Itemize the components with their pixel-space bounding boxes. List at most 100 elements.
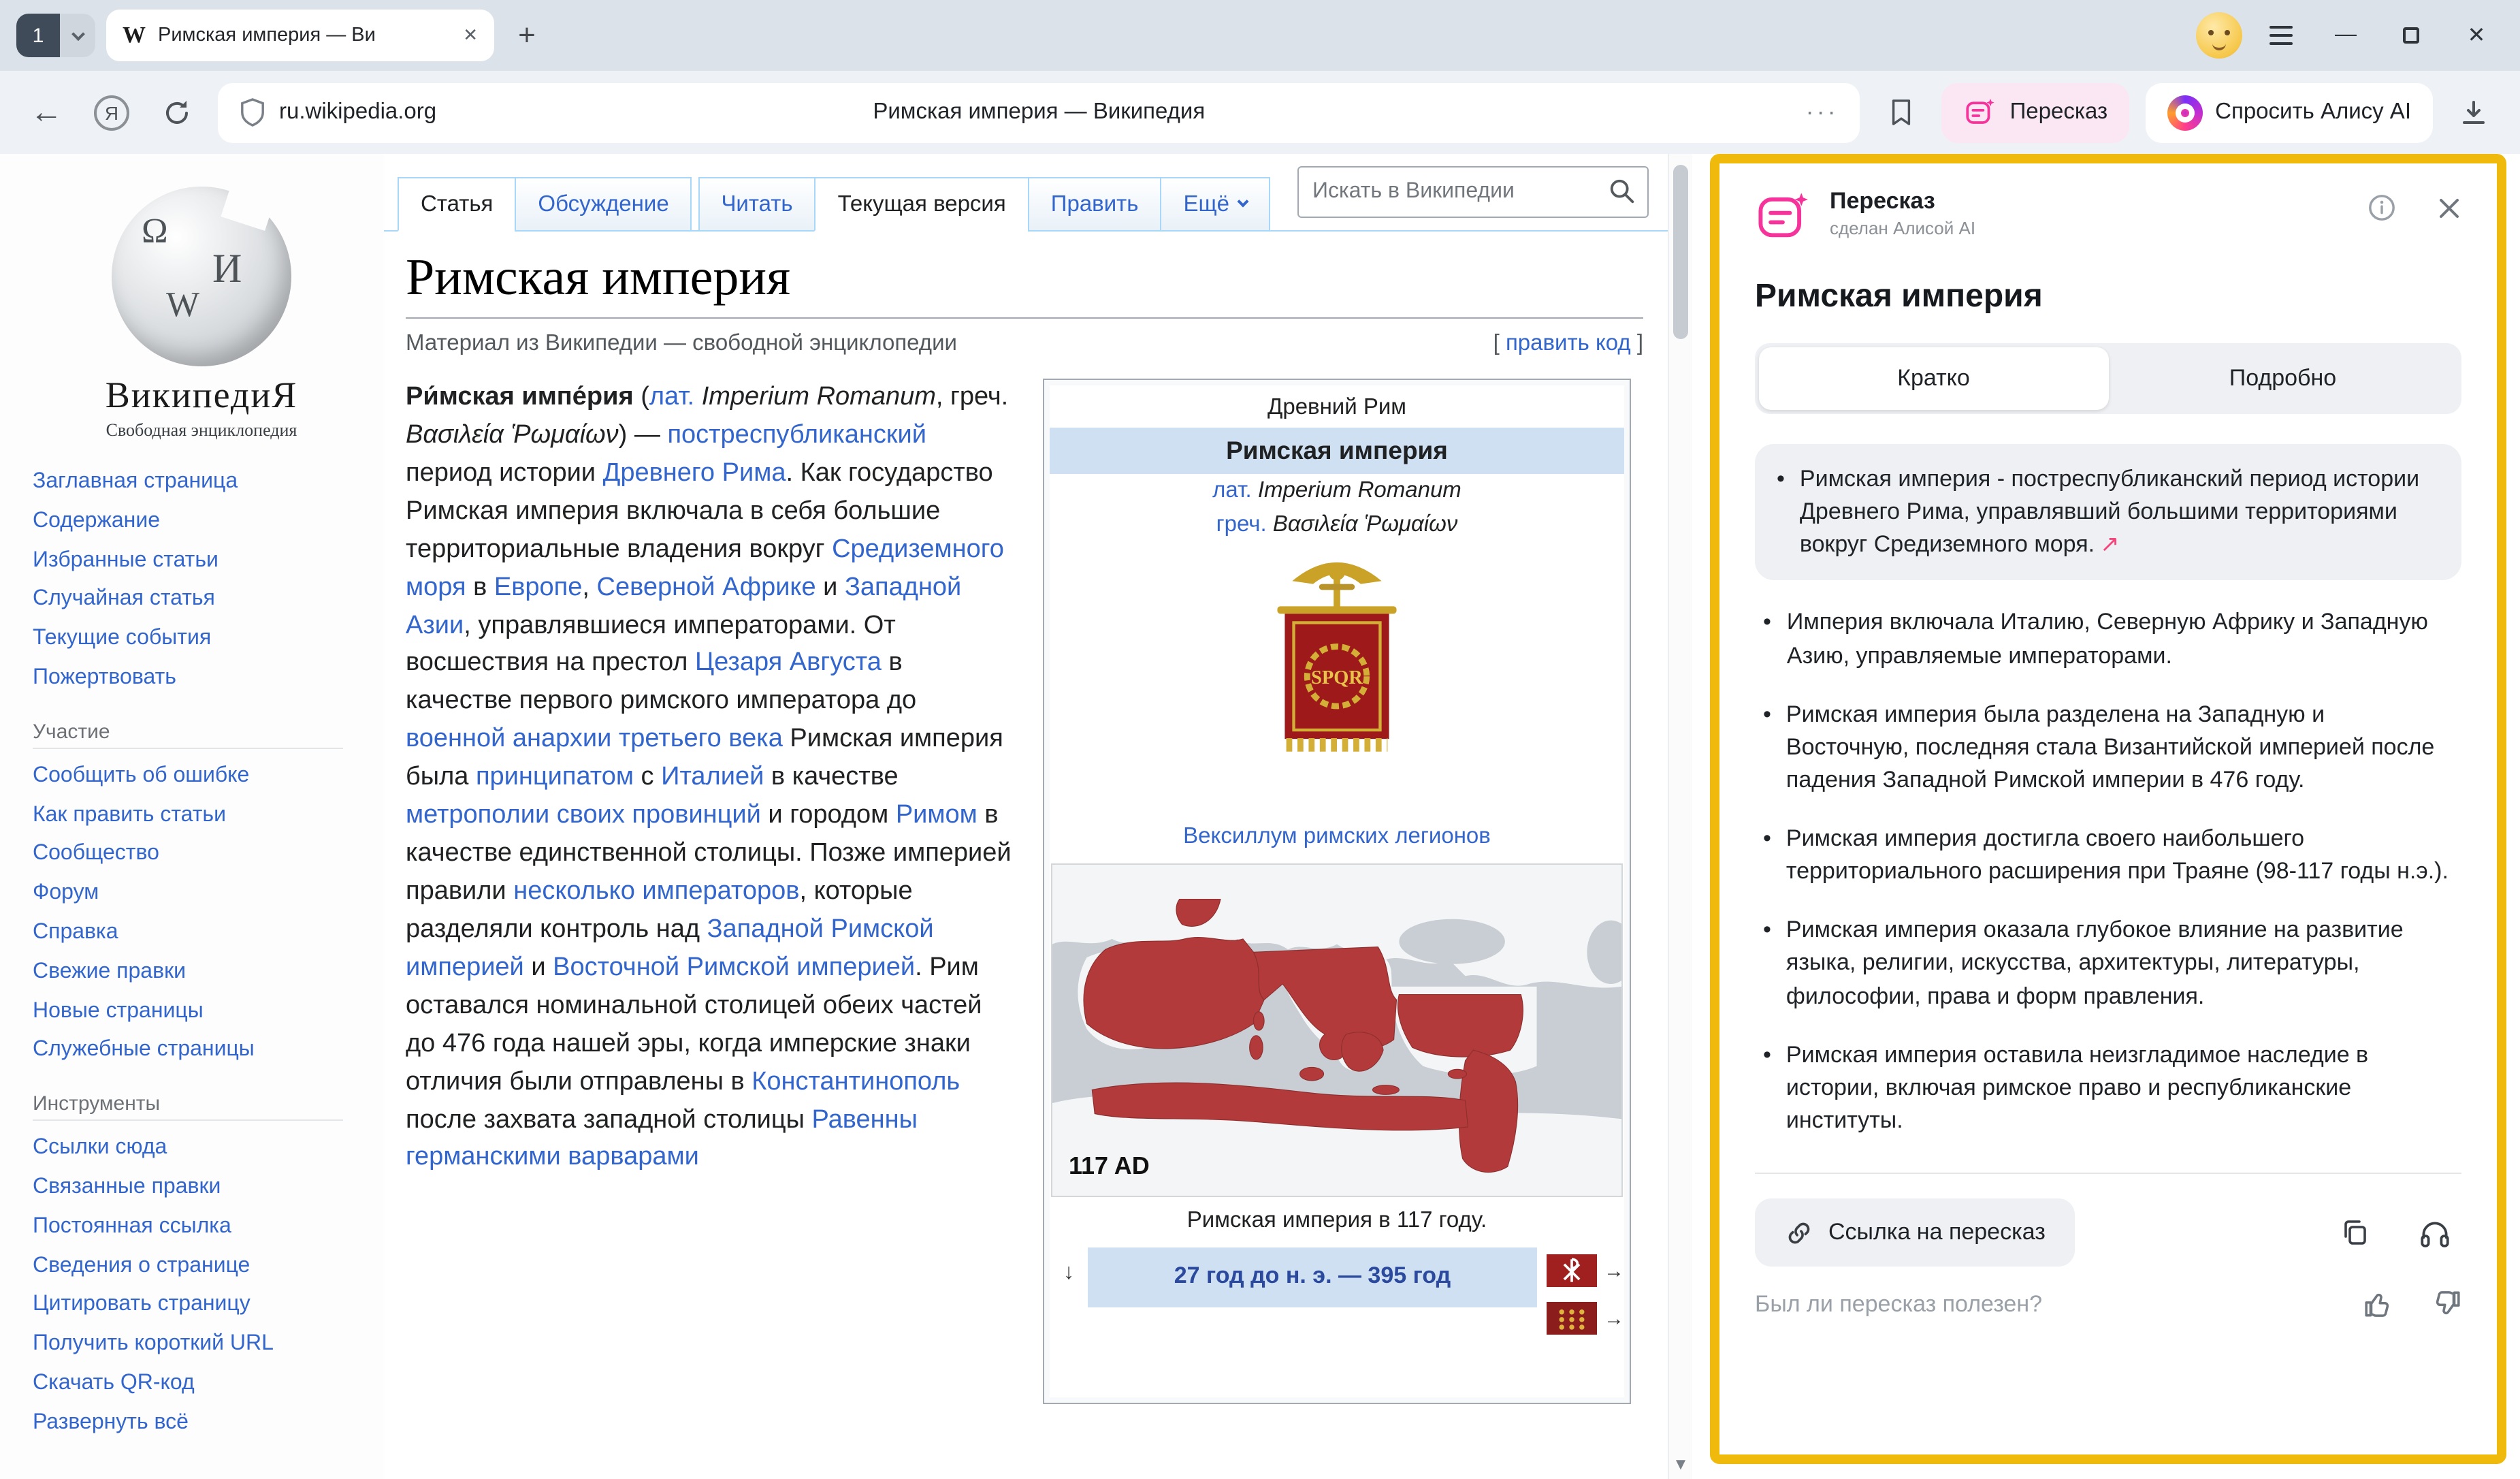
listen-button[interactable]: [2407, 1205, 2461, 1260]
tab-read[interactable]: Читать: [698, 177, 815, 232]
tab-group-control[interactable]: 1: [16, 14, 95, 57]
sidebar-item[interactable]: Цитировать страницу: [33, 1286, 370, 1326]
tab-title: Римская империя — Ви: [158, 25, 451, 46]
tab-count-badge[interactable]: 1: [16, 14, 60, 57]
inline-link[interactable]: Цезаря Августа: [695, 649, 882, 678]
inline-link[interactable]: Италией: [661, 763, 764, 791]
highlighted-summary-item[interactable]: • Римская империя - постреспубликанский …: [1755, 444, 2461, 581]
inline-link[interactable]: Равенны: [812, 1105, 918, 1134]
address-bar[interactable]: ru.wikipedia.org Римская империя — Викип…: [218, 82, 1860, 142]
inline-link[interactable]: Константинополь: [752, 1067, 960, 1096]
scroll-down-arrow[interactable]: ↓: [1050, 1247, 1088, 1397]
vexillum-caption-link[interactable]: Вексиллум римских легионов: [1050, 821, 1624, 863]
sidebar-item[interactable]: Связанные правки: [33, 1168, 370, 1208]
tab-article[interactable]: Статья: [398, 177, 516, 232]
copy-retell-link-button[interactable]: Ссылка на пересказ: [1755, 1198, 2075, 1267]
wikipedia-globe-logo[interactable]: ΩИW: [112, 187, 291, 366]
retell-mode-switch: Кратко Подробно: [1755, 343, 2461, 414]
tab-current-version[interactable]: Текущая версия: [815, 177, 1029, 232]
sidebar-main-nav: Заглавная страницаСодержаниеИзбранные ст…: [33, 463, 370, 699]
downloads-button[interactable]: [2449, 88, 2498, 137]
more-actions-button[interactable]: ···: [1806, 98, 1839, 127]
sidebar-item[interactable]: Текущие события: [33, 620, 370, 659]
sidebar-item[interactable]: Заглавная страница: [33, 463, 370, 503]
thumbs-up-icon[interactable]: [2363, 1288, 2395, 1320]
inline-link[interactable]: постреспубликанский: [667, 421, 926, 449]
successor-flag-row[interactable]: →: [1547, 1253, 1624, 1288]
inline-link[interactable]: германскими варварами: [406, 1143, 699, 1172]
refresh-button[interactable]: [152, 88, 201, 137]
close-panel-icon[interactable]: [2437, 195, 2461, 220]
search-input[interactable]: [1297, 166, 1649, 218]
yandex-icon: Я: [94, 95, 129, 130]
sidebar-item[interactable]: Скачать QR-код: [33, 1365, 370, 1404]
inline-link[interactable]: Северной Африке: [597, 573, 816, 601]
sidebar-item[interactable]: Сообщить об ошибке: [33, 757, 370, 797]
sidebar-item[interactable]: Справка: [33, 914, 370, 953]
inline-link[interactable]: Древнего Рима: [603, 459, 786, 488]
summary-text: Империя включала Италию, Северную Африку…: [1787, 607, 2453, 673]
sidebar-item[interactable]: Ссылки сюда: [33, 1129, 370, 1168]
inline-link[interactable]: лат.: [649, 383, 694, 411]
new-tab-button[interactable]: +: [505, 14, 549, 57]
tab-talk[interactable]: Обсуждение: [515, 177, 692, 232]
sidebar-item[interactable]: Новые страницы: [33, 992, 370, 1032]
sidebar-item[interactable]: Форум: [33, 874, 370, 914]
tab-detailed[interactable]: Подробно: [2108, 347, 2457, 410]
maximize-button[interactable]: [2384, 11, 2438, 60]
sidebar-item[interactable]: Как править статьи: [33, 796, 370, 836]
sidebar-item[interactable]: Содержание: [33, 503, 370, 542]
tab-edit[interactable]: Править: [1028, 177, 1162, 232]
inline-link[interactable]: военной анархии третьего века: [406, 725, 783, 754]
scrollbar-down-arrow[interactable]: ▼: [1669, 1454, 1692, 1474]
edit-code-text[interactable]: править код: [1506, 331, 1631, 355]
bookmark-button[interactable]: [1877, 88, 1926, 137]
back-button[interactable]: ←: [22, 88, 71, 137]
menu-button[interactable]: [2253, 11, 2308, 60]
thumbs-down-icon[interactable]: [2430, 1288, 2461, 1320]
sidebar-item[interactable]: Получить короткий URL: [33, 1325, 370, 1365]
retell-button-label: Пересказ: [2010, 99, 2108, 125]
browser-tab[interactable]: W Римская империя — Ви ✕: [106, 10, 494, 61]
sidebar-item[interactable]: Развернуть всё: [33, 1403, 370, 1443]
next-arrow: →: [1604, 1259, 1624, 1282]
inline-link[interactable]: Римом: [896, 801, 978, 829]
sidebar-item[interactable]: Служебные страницы: [33, 1032, 370, 1071]
inline-link[interactable]: метрополии своих провинций: [406, 801, 761, 829]
inline-link[interactable]: принципатом: [476, 763, 634, 791]
inline-link[interactable]: лат.: [1212, 478, 1252, 503]
page-scrollbar[interactable]: ▼: [1668, 154, 1692, 1479]
sidebar-item[interactable]: Постоянная ссылка: [33, 1208, 370, 1247]
vexillum-image[interactable]: SPQR: [1050, 542, 1624, 821]
successor-flag-row[interactable]: →: [1547, 1301, 1624, 1336]
sidebar-item[interactable]: Свежие правки: [33, 953, 370, 993]
sidebar-item[interactable]: Сообщество: [33, 836, 370, 875]
sidebar-item[interactable]: Избранные статьи: [33, 541, 370, 581]
close-button[interactable]: ✕: [2449, 11, 2504, 60]
empire-map-image[interactable]: 117 AD: [1050, 863, 1624, 1197]
alice-icon: [2167, 95, 2203, 130]
scrollbar-thumb[interactable]: [1673, 165, 1688, 339]
wikipedia-tagline: Свободная энциклопедия: [33, 419, 370, 441]
tab-list-button[interactable]: [60, 14, 95, 57]
inline-link[interactable]: Восточной Римской империей: [553, 953, 915, 982]
yandex-button[interactable]: Я: [87, 88, 136, 137]
info-icon[interactable]: [2368, 193, 2396, 222]
inline-link[interactable]: Европе: [494, 573, 583, 601]
search-icon[interactable]: [1608, 177, 1636, 206]
inline-link[interactable]: греч.: [1216, 512, 1267, 537]
inline-link[interactable]: несколько императоров: [513, 877, 799, 906]
profile-avatar[interactable]: [2196, 12, 2242, 59]
retell-toolbar-button[interactable]: Пересказ: [1942, 82, 2130, 142]
tab-close-icon[interactable]: ✕: [463, 25, 478, 46]
minimize-button[interactable]: —: [2319, 11, 2373, 60]
sidebar-item[interactable]: Случайная статья: [33, 581, 370, 620]
source-link-arrow[interactable]: ↗: [2095, 532, 2120, 558]
tab-more[interactable]: Ещё: [1160, 177, 1270, 232]
summary-text: Римская империя оставила неизгладимое на…: [1786, 1038, 2453, 1137]
sidebar-item[interactable]: Пожертвовать: [33, 659, 370, 699]
ask-alice-button[interactable]: Спросить Алису AI: [2146, 82, 2433, 142]
tab-brief[interactable]: Кратко: [1759, 347, 2108, 410]
copy-text-button[interactable]: [2328, 1205, 2382, 1260]
sidebar-item[interactable]: Сведения о странице: [33, 1247, 370, 1286]
